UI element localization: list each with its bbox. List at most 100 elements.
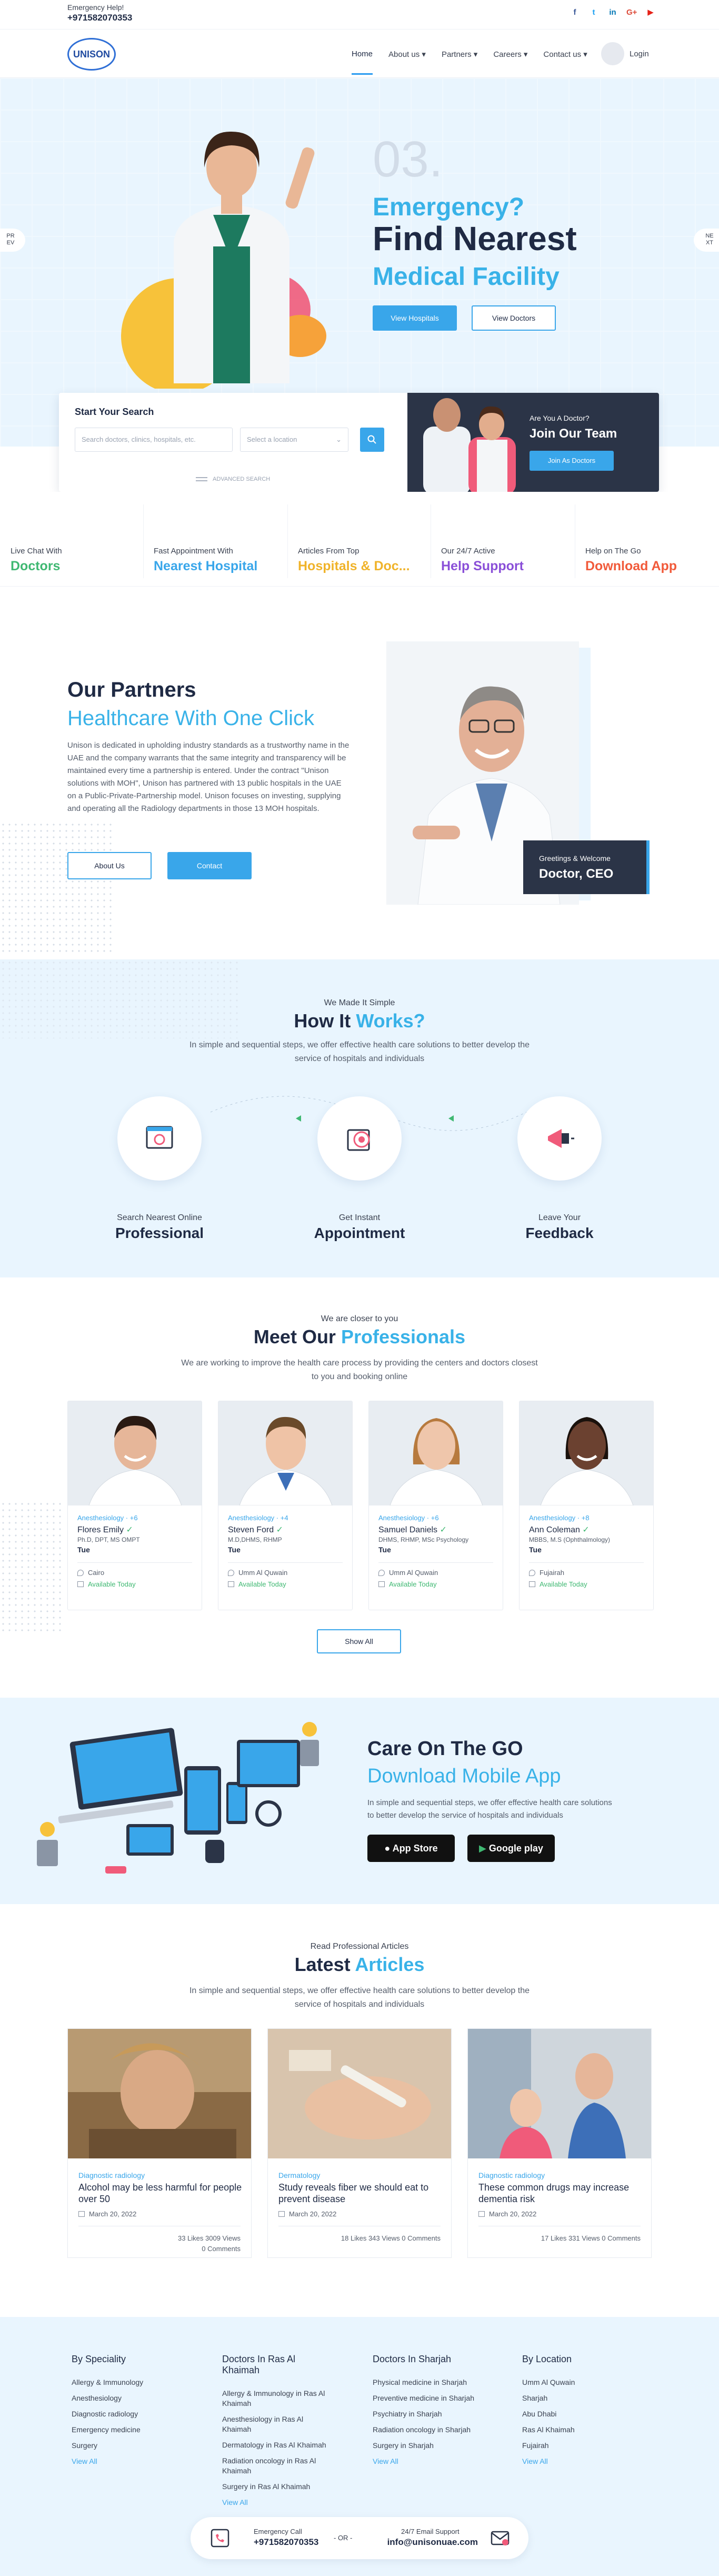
- doctor-name: Ann Coleman ✓: [529, 1525, 590, 1534]
- article-stats: 18 Likes 343 Views 0 Comments: [341, 2234, 441, 2242]
- doctor-photo: [520, 1401, 653, 1505]
- devices-illustration: [37, 1722, 319, 1874]
- footer-link[interactable]: Physical medicine in Sharjah: [373, 2377, 510, 2387]
- view-all-link[interactable]: View All: [222, 2498, 333, 2508]
- footer-link[interactable]: Radiation oncology in Ras Al Khaimah: [222, 2456, 333, 2476]
- hero-line-1: Emergency?: [373, 193, 525, 221]
- footer-link[interactable]: Sharjah: [522, 2393, 659, 2403]
- verified-icon: ✓: [126, 1525, 133, 1534]
- article-card[interactable]: Diagnostic radiology Alcohol may be less…: [67, 2028, 252, 2258]
- facebook-icon[interactable]: f: [570, 7, 580, 18]
- footer-link[interactable]: Abu Dhabi: [522, 2409, 659, 2419]
- twitter-icon[interactable]: t: [588, 7, 599, 18]
- doctor-day: Tue: [378, 1545, 391, 1554]
- footer-link[interactable]: Allergy & Immunology in Ras Al Khaimah: [222, 2389, 333, 2409]
- view-hospitals-button[interactable]: View Hospitals: [373, 305, 457, 331]
- footer-link[interactable]: Surgery: [72, 2441, 208, 2451]
- advanced-search-link[interactable]: ADVANCED SEARCH: [196, 476, 270, 482]
- doctor-location: Umm Al Quwain: [238, 1569, 288, 1577]
- email-icon: [491, 2531, 510, 2545]
- feature-item[interactable]: Articles From Top Hospitals & Doc...: [298, 547, 424, 574]
- emergency-call-phone[interactable]: +971582070353: [254, 2537, 318, 2548]
- footer-link[interactable]: Preventive medicine in Sharjah: [373, 2393, 510, 2403]
- main-menu: Home About us ▾ Partners ▾ Careers ▾ Con…: [352, 49, 587, 75]
- linkedin-icon[interactable]: in: [607, 7, 618, 18]
- feature-item[interactable]: Help on The Go Download App: [585, 547, 677, 574]
- view-all-link[interactable]: View All: [373, 2456, 510, 2466]
- verified-icon: ✓: [276, 1525, 284, 1534]
- show-all-button[interactable]: Show All: [317, 1629, 401, 1653]
- join-team-title: Join Our Team: [530, 427, 617, 441]
- filter-icon: [196, 477, 207, 482]
- menu-about[interactable]: About us ▾: [388, 49, 426, 59]
- unison-logo[interactable]: UNISON: [67, 38, 116, 71]
- emergency-call-label: Emergency Call: [254, 2528, 302, 2535]
- location-icon: [77, 1570, 84, 1576]
- doctor-card[interactable]: Anesthesiology · +6 Samuel Daniels ✓ DHM…: [368, 1401, 503, 1610]
- view-all-link[interactable]: View All: [522, 2456, 659, 2466]
- footer-link[interactable]: Ras Al Khaimah: [522, 2425, 659, 2435]
- contact-button[interactable]: Contact: [167, 852, 252, 879]
- prev-slide-button[interactable]: PR EV: [0, 229, 25, 252]
- footer-link[interactable]: Dermatology in Ras Al Khaimah: [222, 2440, 333, 2450]
- hero-line-3: Medical Facility: [373, 263, 560, 291]
- calendar-icon: [228, 1581, 234, 1587]
- doctor-degree: DHMS, RHMP, MSc Psychology: [378, 1536, 469, 1543]
- youtube-icon[interactable]: ▶: [645, 7, 656, 18]
- footer-link[interactable]: Surgery in Sharjah: [373, 2441, 510, 2451]
- view-doctors-button[interactable]: View Doctors: [472, 305, 556, 331]
- footer-link[interactable]: Allergy & Immunology: [72, 2377, 208, 2387]
- feature-item[interactable]: Fast Appointment With Nearest Hospital: [154, 547, 257, 574]
- doctor-photo: [218, 1401, 352, 1505]
- footer-link[interactable]: Emergency medicine: [72, 2425, 208, 2435]
- article-category: Diagnostic radiology: [478, 2171, 545, 2179]
- partners-title-2: Healthcare With One Click: [67, 707, 315, 730]
- emergency-phone[interactable]: +971582070353: [67, 13, 132, 23]
- partners-title-1: Our Partners: [67, 678, 196, 701]
- menu-careers[interactable]: Careers ▾: [493, 49, 527, 59]
- footer-link[interactable]: Anesthesiology in Ras Al Khaimah: [222, 2414, 333, 2434]
- feature-item[interactable]: Live Chat With Doctors: [11, 547, 62, 574]
- doctor-photo: [68, 1401, 202, 1505]
- search-input[interactable]: Search doctors, clinics, hospitals, etc.: [75, 428, 233, 452]
- mobile-title-2: Download Mobile App: [367, 1765, 561, 1787]
- doctor-card[interactable]: Anesthesiology · +8 Ann Coleman ✓ MBBS, …: [519, 1401, 654, 1610]
- footer-link[interactable]: Psychiatry in Sharjah: [373, 2409, 510, 2419]
- google-play-button[interactable]: ▶ Google play: [467, 1835, 555, 1862]
- location-select[interactable]: Select a location ⌄: [240, 428, 348, 452]
- doctor-availability: Available Today: [540, 1580, 587, 1588]
- article-card[interactable]: Dermatology Study reveals fiber we shoul…: [267, 2028, 452, 2258]
- footer-link[interactable]: Anesthesiology: [72, 2393, 208, 2403]
- feature-item[interactable]: Our 24/7 Active Help Support: [441, 547, 524, 574]
- footer-link[interactable]: Umm Al Quwain: [522, 2377, 659, 2387]
- article-date: March 20, 2022: [289, 2210, 337, 2218]
- next-slide-button[interactable]: NE XT: [694, 229, 719, 252]
- apple-icon: ●: [384, 1843, 391, 1854]
- doctor-location: Fujairah: [540, 1569, 564, 1577]
- footer-link[interactable]: Diagnostic radiology: [72, 2409, 208, 2419]
- footer-link[interactable]: Surgery in Ras Al Khaimah: [222, 2482, 333, 2492]
- phone-call-icon: [211, 2529, 229, 2548]
- how-desc: In simple and sequential steps, we offer…: [189, 1041, 530, 1063]
- menu-home[interactable]: Home: [352, 49, 373, 75]
- how-title: How It Works?: [294, 1010, 425, 1032]
- menu-partners[interactable]: Partners ▾: [442, 49, 477, 59]
- search-button[interactable]: [360, 428, 384, 452]
- location-icon: [378, 1570, 385, 1576]
- article-card[interactable]: Diagnostic radiology These common drugs …: [467, 2028, 652, 2258]
- doctor-card[interactable]: Anesthesiology · +6 Flores Emily ✓ Ph.D,…: [67, 1401, 202, 1610]
- email-support-address[interactable]: info@unisonuae.com: [362, 2537, 478, 2548]
- doctor-card[interactable]: Anesthesiology · +4 Steven Ford ✓ M.D,DH…: [218, 1401, 353, 1610]
- menu-contact[interactable]: Contact us ▾: [543, 49, 587, 59]
- footer-link[interactable]: Fujairah: [522, 2441, 659, 2451]
- join-as-doctor-button[interactable]: Join As Doctors: [530, 451, 614, 471]
- google-plus-icon[interactable]: G+: [626, 7, 637, 18]
- app-store-button[interactable]: ● App Store: [367, 1835, 455, 1862]
- about-us-button[interactable]: About Us: [67, 852, 152, 879]
- article-category: Diagnostic radiology: [78, 2171, 145, 2179]
- hero-doctor-image: [121, 131, 326, 389]
- view-all-link[interactable]: View All: [72, 2456, 208, 2466]
- footer-link[interactable]: Radiation oncology in Sharjah: [373, 2425, 510, 2435]
- login-button[interactable]: Login: [601, 42, 649, 65]
- footer-col-rak: Doctors In Ras Al Khaimah Allergy & Immu…: [222, 2354, 333, 2513]
